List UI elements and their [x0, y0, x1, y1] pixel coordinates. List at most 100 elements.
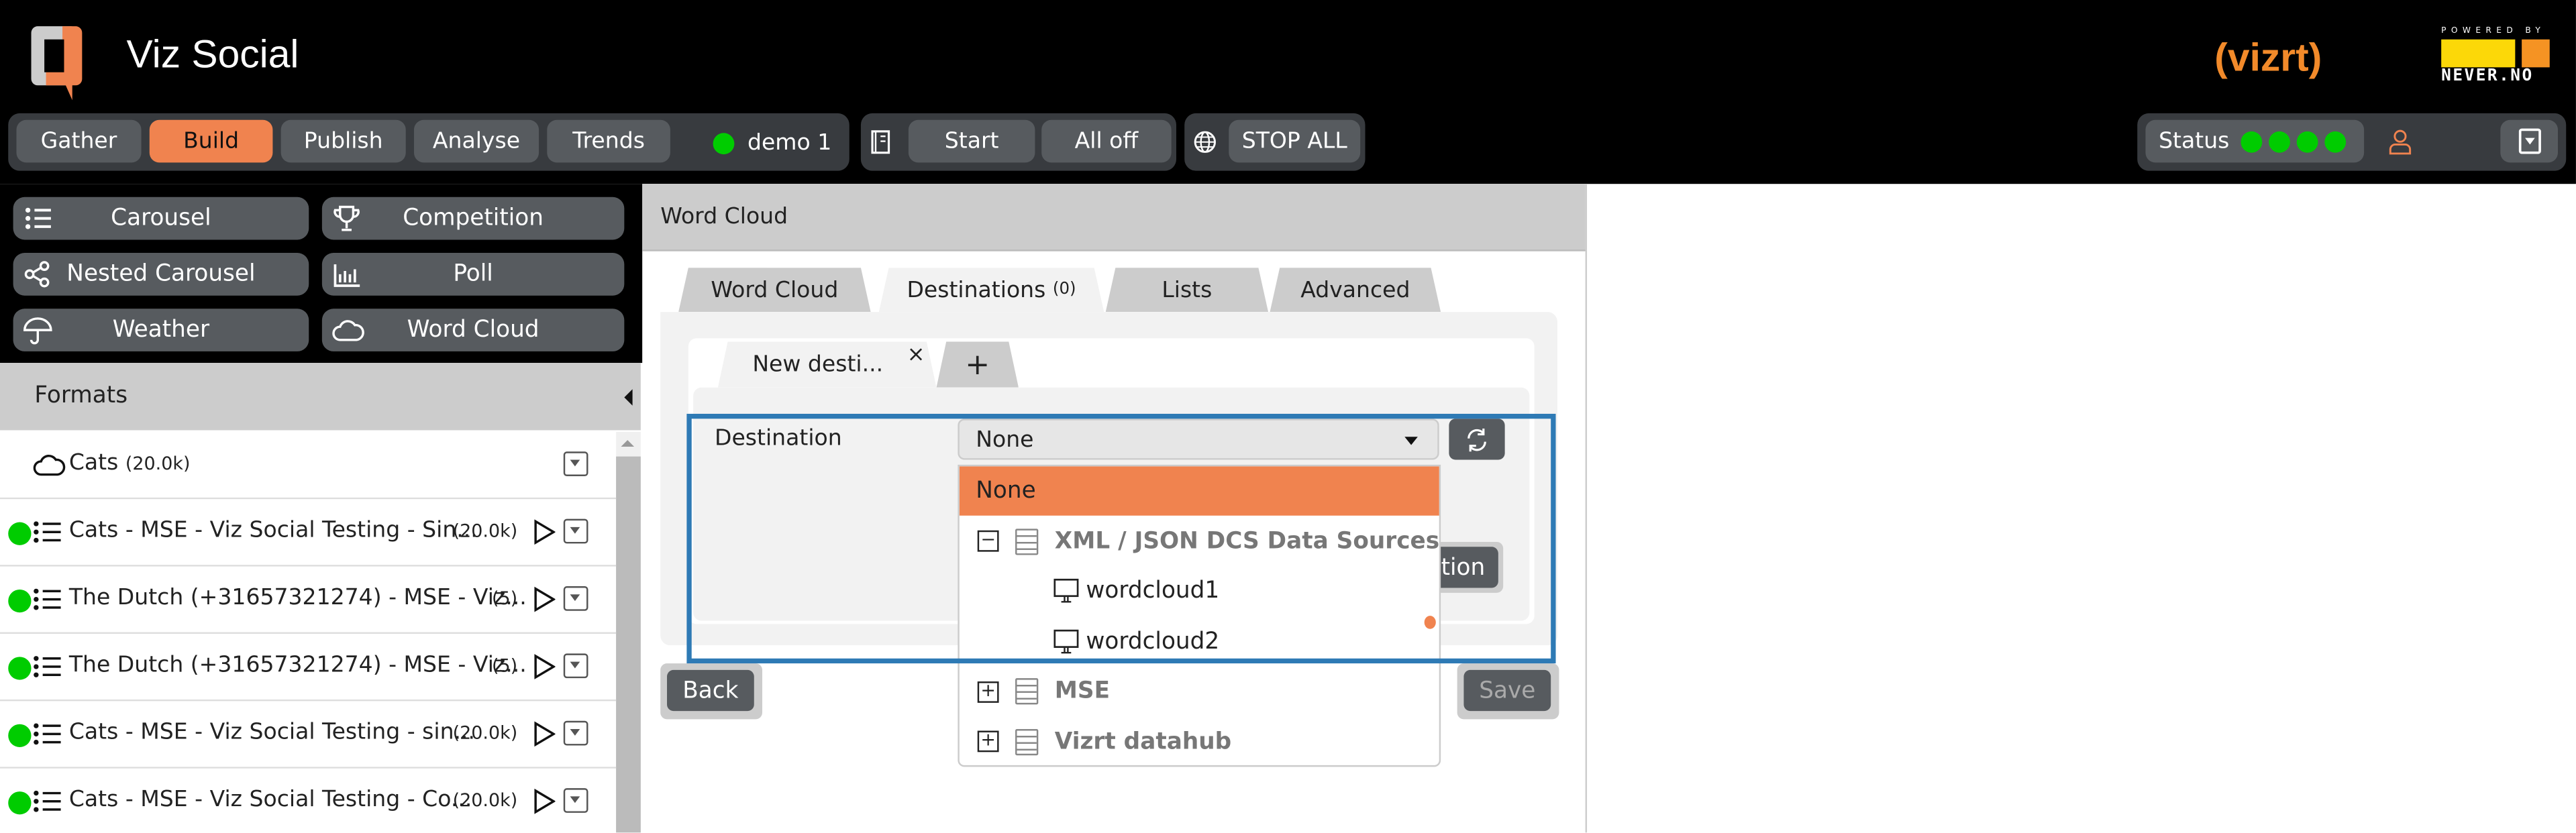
expand-icon[interactable]: +	[977, 680, 999, 702]
format-name: Cats - MSE - Viz Social Testing - Co...	[68, 786, 472, 813]
list-icon	[34, 656, 61, 677]
dropdown-icon[interactable]	[563, 720, 588, 746]
play-icon[interactable]	[532, 788, 556, 821]
status-group: Status	[2137, 113, 2567, 171]
dropdown-icon[interactable]	[563, 653, 588, 679]
close-icon[interactable]: ×	[907, 343, 925, 368]
dropdown-option[interactable]: − XML / JSON DCS Data Sources	[960, 516, 1440, 565]
main-nav: Gather Build Publish Analyse Trends demo…	[8, 113, 849, 171]
subtab-new-destination[interactable]: New desti... ×	[718, 341, 937, 388]
subtab-label: New desti...	[752, 351, 884, 378]
monitor-icon	[1053, 628, 1079, 653]
collapse-icon[interactable]	[624, 389, 633, 406]
user-icon[interactable]	[2387, 128, 2413, 156]
book-icon[interactable]	[871, 129, 890, 154]
status-dot	[8, 657, 32, 680]
refresh-button[interactable]	[1449, 419, 1505, 460]
play-icon[interactable]	[532, 721, 556, 754]
format-list-item[interactable]: The Dutch (+31657321274) - MSE - Viz...(…	[0, 566, 617, 634]
expand-icon[interactable]: +	[977, 730, 999, 753]
format-name: The Dutch (+31657321274) - MSE - Viz...	[68, 651, 527, 679]
tab-lists[interactable]: Lists	[1106, 268, 1268, 312]
menu-dropdown-button[interactable]	[2500, 119, 2559, 163]
format-name: The Dutch (+31657321274) - MSE - Viz...	[68, 584, 527, 611]
save-button[interactable]: Save	[1463, 669, 1551, 712]
format-list-item[interactable]: Cats - MSE - Viz Social Testing - Co...(…	[0, 768, 617, 833]
dropdown-option[interactable]: None	[959, 466, 1439, 516]
list-icon	[34, 588, 61, 610]
format-type-label: Nested Carousel	[66, 261, 256, 288]
global-group: STOP ALL	[1184, 113, 1366, 171]
status-dot	[2324, 130, 2347, 152]
vizrt-logo: (vizrt)	[2214, 36, 2322, 80]
profile-status-dot	[713, 132, 735, 154]
nav-publish[interactable]: Publish	[280, 119, 406, 163]
dropdown-icon[interactable]	[563, 518, 588, 544]
play-icon[interactable]	[532, 586, 556, 619]
status-dot	[2240, 130, 2263, 152]
format-type-label: Carousel	[111, 205, 211, 232]
formats-list: Cats (20.0k) Cats - MSE - Viz Social Test…	[0, 431, 617, 833]
server-icon	[1015, 728, 1039, 755]
nav-build[interactable]: Build	[149, 119, 273, 163]
back-button[interactable]: Back	[667, 669, 754, 712]
tab-word-cloud[interactable]: Word Cloud	[678, 268, 870, 312]
never-no-logo: POWERED BY NEVER.NO	[2441, 26, 2550, 85]
scrollbar[interactable]	[616, 431, 641, 833]
nav-trends[interactable]: Trends	[547, 119, 670, 163]
dropdown-option[interactable]: wordcloud2	[960, 616, 1439, 665]
stop-all-button[interactable]: STOP ALL	[1229, 119, 1361, 163]
play-icon[interactable]	[532, 519, 556, 552]
format-name: Cats - MSE - Viz Social Testing - sin...	[68, 719, 476, 746]
option-label: XML / JSON DCS Data Sources	[1054, 528, 1440, 555]
list-icon	[34, 723, 61, 745]
tab-label: Destinations	[907, 276, 1046, 303]
format-type-label: Poll	[453, 261, 493, 288]
status-dot	[8, 791, 32, 815]
format-type-nested-carousel[interactable]: Nested Carousel	[13, 253, 309, 296]
format-list-item[interactable]: Cats - MSE - Viz Social Testing - Sin...…	[0, 499, 617, 567]
format-type-word-cloud[interactable]: Word Cloud	[321, 309, 625, 351]
tab-advanced[interactable]: Advanced	[1270, 268, 1441, 312]
list-icon	[34, 790, 61, 812]
monitor-icon	[1053, 578, 1079, 603]
format-type-carousel[interactable]: Carousel	[13, 197, 309, 240]
all-off-button[interactable]: All off	[1041, 119, 1172, 163]
format-list-item[interactable]: Cats - MSE - Viz Social Testing - sin...…	[0, 701, 617, 769]
chevron-down-icon	[1404, 437, 1418, 445]
add-destination-tab[interactable]: +	[937, 341, 1019, 388]
share-icon	[23, 260, 52, 289]
status-indicator[interactable]: Status	[2145, 119, 2365, 163]
viz-social-logo	[31, 26, 83, 101]
format-type-poll[interactable]: Poll	[321, 253, 625, 296]
format-count: (5)	[492, 655, 518, 677]
format-type-weather[interactable]: Weather	[13, 309, 309, 351]
dropdown-option[interactable]: wordcloud1	[960, 567, 1439, 616]
format-type-label: Competition	[403, 205, 544, 232]
dropdown-icon[interactable]	[563, 788, 588, 813]
format-type-competition[interactable]: Competition	[321, 197, 625, 240]
play-icon[interactable]	[532, 653, 556, 686]
dropdown-icon[interactable]	[563, 586, 588, 611]
start-button[interactable]: Start	[908, 119, 1035, 163]
destination-label: Destination	[715, 425, 842, 452]
tab-destinations[interactable]: Destinations (0)	[879, 268, 1104, 312]
collapse-icon[interactable]: −	[977, 530, 999, 552]
profile-selector[interactable]: demo 1	[713, 129, 831, 156]
format-name: Cats (20.0k)	[68, 449, 191, 477]
dropdown-option[interactable]: + MSE	[960, 667, 1439, 716]
server-icon	[1015, 678, 1039, 705]
format-list-item[interactable]: The Dutch (+31657321274) - MSE - Viz...(…	[0, 634, 617, 702]
dropdown-icon	[2518, 128, 2540, 154]
option-label: None	[976, 478, 1036, 504]
destination-select[interactable]: None	[958, 419, 1439, 460]
nav-analyse[interactable]: Analyse	[413, 119, 539, 163]
format-list-item[interactable]: Cats (20.0k)	[0, 431, 617, 500]
status-dot	[2269, 130, 2291, 152]
scroll-up-icon[interactable]	[621, 440, 635, 447]
dropdown-option[interactable]: + Vizrt datahub	[960, 717, 1439, 765]
nav-gather[interactable]: Gather	[16, 119, 142, 163]
dropdown-icon[interactable]	[563, 451, 588, 477]
server-icon	[1015, 528, 1039, 555]
scrollbar-thumb[interactable]	[616, 456, 641, 833]
